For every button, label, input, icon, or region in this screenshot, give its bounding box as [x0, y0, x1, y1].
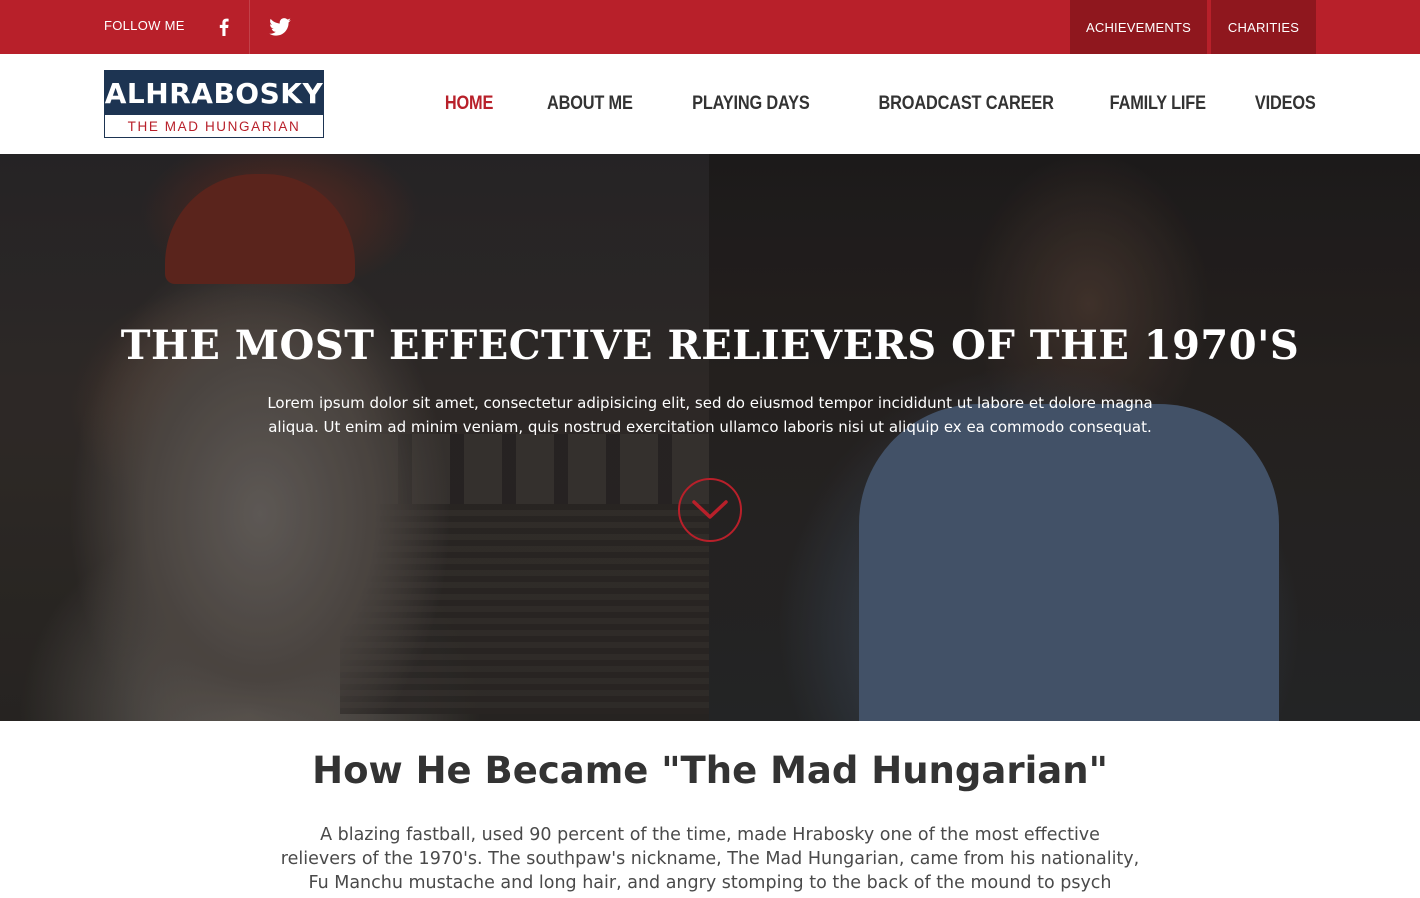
facebook-icon[interactable]: [207, 0, 241, 54]
top-bar: FOLLOW ME ACHIEVEMENTS CHARITIES: [0, 0, 1420, 54]
nav-broadcast-career[interactable]: BROADCAST CAREER: [878, 93, 1053, 115]
achievements-link[interactable]: ACHIEVEMENTS: [1070, 0, 1207, 54]
nav-about-me[interactable]: ABOUT ME: [547, 93, 633, 115]
nav-home[interactable]: HOME: [445, 93, 494, 115]
follow-me: FOLLOW ME: [104, 0, 302, 54]
logo-subtitle: THE MAD HUNGARIAN: [105, 115, 323, 137]
logo-title: ALHRABOSKY: [105, 71, 323, 115]
nav-videos[interactable]: VIDEOS: [1255, 93, 1316, 115]
chevron-down-icon: [692, 500, 728, 519]
follow-me-label: FOLLOW ME: [104, 17, 185, 33]
charities-link[interactable]: CHARITIES: [1211, 0, 1316, 54]
nav-family-life[interactable]: FAMILY LIFE: [1109, 93, 1205, 115]
section-text: A blazing fastball, used 90 percent of t…: [280, 825, 1140, 893]
site-logo[interactable]: ALHRABOSKY THE MAD HUNGARIAN: [104, 70, 324, 138]
hero-banner: THE MOST EFFECTIVE RELIEVERS OF THE 1970…: [0, 154, 1420, 721]
hero-title: THE MOST EFFECTIVE RELIEVERS OF THE 1970…: [120, 322, 1300, 369]
nav-playing-days[interactable]: PLAYING DAYS: [692, 93, 810, 115]
site-header: ALHRABOSKY THE MAD HUNGARIAN HOME ABOUT …: [0, 54, 1420, 154]
top-links: ACHIEVEMENTS CHARITIES: [1070, 0, 1316, 54]
hero-text: Lorem ipsum dolor sit amet, consectetur …: [267, 394, 1153, 436]
section-title: How He Became "The Mad Hungarian": [312, 749, 1108, 792]
twitter-icon[interactable]: [258, 0, 302, 54]
about-section: How He Became "The Mad Hungarian" A blaz…: [0, 721, 1420, 898]
main-nav: HOME ABOUT ME PLAYING DAYS BROADCAST CAR…: [397, 54, 1316, 154]
social-divider: [248, 0, 250, 54]
scroll-down-button[interactable]: [678, 478, 742, 542]
